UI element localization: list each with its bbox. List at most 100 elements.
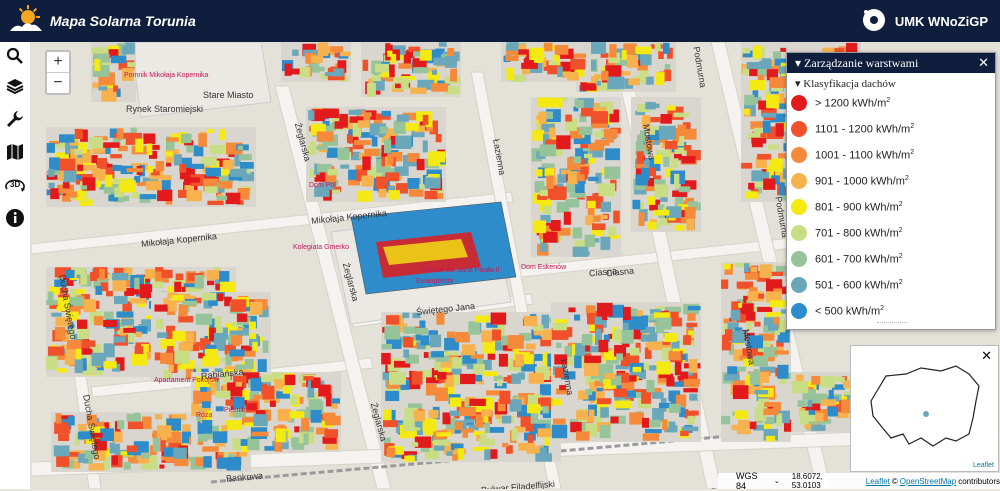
poi-label[interactable]: Kolegiata Gmerko [293,244,349,251]
poi-label[interactable]: Dom Eskenów [521,264,566,271]
leaflet-link[interactable]: Leaflet [866,477,890,486]
roof-segment [417,437,427,443]
poi-label[interactable]: Pomnik Mikołaja Kopernika [124,72,208,79]
chevron-down-icon[interactable]: ⌄ [774,477,780,485]
roof-segment [385,390,400,401]
roof-segment [299,67,311,78]
roof-segment [762,112,777,118]
roof-segment [628,316,646,330]
roof-segment [183,177,200,183]
roof-segment [653,312,671,318]
roof-segment [388,190,400,200]
roof-segment [596,302,613,317]
roof-segment [194,274,204,289]
roof-segment [257,359,267,373]
roof-segment [127,62,136,68]
roof-segment [636,151,644,165]
zoom-in-button[interactable]: + [47,52,69,72]
roof-segment [94,59,101,71]
roof-segment [509,399,522,412]
roof-segment [165,151,173,157]
roof-segment [411,371,423,385]
roof-segment [112,272,129,281]
roof-segment [172,294,184,301]
roof-segment [371,136,378,147]
roof-segment [327,169,339,176]
roof-segment [515,354,524,367]
poi-label[interactable]: Piernik [224,407,245,414]
minimap-attribution[interactable]: Leaflet [973,462,994,469]
roof-segment [230,299,247,312]
roof-segment [666,376,675,387]
poi-label[interactable]: Kościół św. Jana Pawła II [421,267,500,274]
basemap-button[interactable] [3,142,27,166]
collapse-icon[interactable]: ▾ [795,56,801,70]
3d-view-button[interactable]: 3D [3,175,27,199]
roof-segment [177,189,188,198]
poi-label[interactable]: Róża [196,412,212,419]
poi-label[interactable]: Ewangelisty [416,278,453,285]
roof-segment [88,463,105,471]
resize-handle[interactable] [877,322,907,329]
roof-segment [395,135,412,149]
roof-segment [628,78,641,86]
close-icon[interactable]: ✕ [981,348,992,364]
zoom-out-button[interactable]: − [47,72,69,93]
roof-segment [247,403,257,411]
roof-segment [556,135,571,150]
roof-segment [90,271,98,282]
close-icon[interactable]: ✕ [978,53,989,73]
roof-segment [501,415,512,424]
roof-segment [600,236,611,250]
legend-item: 901 - 1000 kWh/m2 [791,169,909,193]
roof-segment [251,431,269,437]
roof-segment [237,145,244,150]
roof-segment [654,43,661,52]
roof-segment [749,372,760,385]
roof-segment [143,133,156,145]
crs-select[interactable]: WGS 84 [736,471,770,491]
overview-minimap[interactable]: ✕ Leaflet [850,345,999,472]
roof-segment [664,333,677,343]
roof-segment [408,46,421,52]
roof-segment [334,121,344,129]
poi-label[interactable]: Dom Po [309,182,334,189]
roof-segment [767,323,779,331]
roof-segment [264,446,276,451]
roof-segment [751,170,763,182]
roof-segment [455,331,470,343]
roof-segment [452,454,458,461]
roof-segment [459,407,476,417]
roof-segment [403,337,414,348]
info-button[interactable] [3,208,27,232]
umk-logo[interactable]: UMK WNoZiGP [861,6,988,36]
roof-segment [686,218,695,231]
roof-segment [389,371,406,385]
roof-segment [217,293,224,302]
roof-segment [591,111,609,124]
roof-segment [126,445,138,452]
roof-segment [132,191,140,199]
roof-segment [57,368,67,373]
roof-segment [528,372,545,384]
roof-segment [275,428,286,443]
roof-segment [250,377,263,392]
legend-item: 1101 - 1200 kWh/m2 [791,117,914,141]
app-brand[interactable]: Mapa Solarna Torunia [8,4,196,36]
layers-button[interactable] [3,76,27,100]
roof-segment [588,324,595,332]
roof-segment [193,145,204,157]
roof-segment [74,149,83,155]
roof-segment [390,53,397,64]
legend-item: 601 - 700 kWh/m2 [791,247,903,271]
roof-segment [688,201,699,207]
search-button[interactable] [3,46,27,70]
tools-button[interactable] [3,109,27,133]
layer-panel-header[interactable]: ▾ Zarządzanie warstwami ✕ [787,53,995,73]
osm-link[interactable]: OpenStreetMap [900,477,956,486]
roof-segment [449,410,461,417]
roof-segment [663,156,670,167]
poi-label[interactable]: Apartament Pokojski [154,377,218,384]
roof-segment [207,128,214,134]
roof-segment [303,433,309,445]
